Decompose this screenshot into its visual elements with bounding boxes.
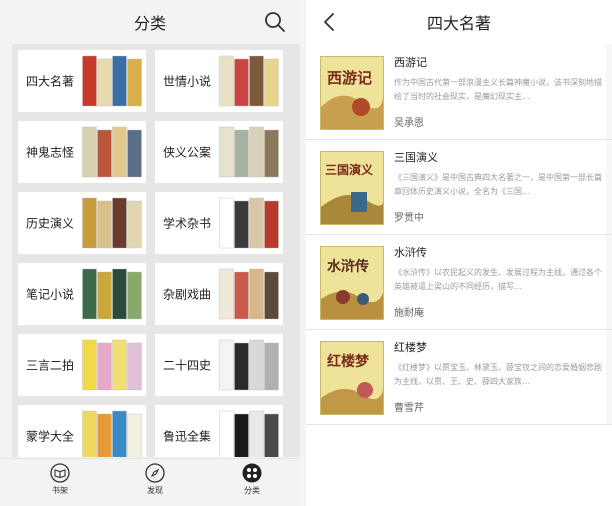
book-description: 《水浒传》以农民起义的发生、发展过程为主线，通过各个英雄被逼上梁山的不同经历，描… (394, 268, 602, 291)
category-label: 四大名著 (26, 74, 75, 89)
book-cover: 红楼梦 (320, 341, 384, 415)
category-card[interactable]: 笔记小说 (18, 263, 146, 325)
category-card[interactable]: 杂剧戏曲 (155, 263, 283, 325)
svg-text:红楼梦: 红楼梦 (327, 353, 370, 370)
search-icon[interactable] (264, 11, 286, 33)
category-thumbnail (82, 55, 142, 107)
category-thumbnail (219, 339, 279, 391)
svg-text:三国演义: 三国演义 (325, 162, 374, 177)
book-author: 施耐庵 (394, 308, 424, 319)
book-item[interactable]: 三国演义 三国演义 《三国演义》是中国古典四大名著之一，是中国第一部长篇章回体历… (306, 141, 612, 235)
category-label: 蒙学大全 (26, 429, 75, 444)
book-title: 三国演义 (394, 151, 438, 164)
category-label: 神鬼志怪 (26, 145, 75, 160)
book-item[interactable]: 红楼梦 红楼梦 《红楼梦》以贾宝玉、林黛玉、薛宝钗之间的恋爱婚姻悲剧为主线，以贾… (306, 331, 612, 425)
category-label: 二十四史 (163, 358, 212, 373)
category-thumbnail (82, 126, 142, 178)
book-title: 水浒传 (394, 246, 427, 259)
book-list-screen: 四大名著 西游记 西游记 作为中国古代第一部浪漫主义长篇神魔小说，该书深刻地描绘… (306, 0, 612, 506)
book-title: 西游记 (394, 56, 427, 69)
category-card[interactable]: 二十四史 (155, 334, 283, 396)
book-cover: 水浒传 (320, 246, 384, 320)
category-label: 三言二拍 (26, 358, 75, 373)
book-description: 《三国演义》是中国古典四大名著之一，是中国第一部长篇章回体历史演义小说，全名为《… (394, 173, 602, 196)
category-thumbnail (219, 410, 279, 457)
tab-discover[interactable]: 发现 (125, 463, 185, 503)
back-chevron-icon[interactable] (322, 12, 336, 32)
book-cover: 西游记 (320, 56, 384, 130)
book-author: 曹雪芹 (394, 403, 424, 414)
category-card[interactable]: 蒙学大全 (18, 405, 146, 457)
page-title: 四大名著 (426, 14, 491, 33)
category-label: 学术杂书 (163, 216, 212, 231)
category-card[interactable]: 侠义公案 (155, 121, 283, 183)
category-thumbnail (219, 268, 279, 320)
category-label: 侠义公案 (163, 145, 212, 160)
bottom-tab-bar: 书架 发现 分类 (0, 458, 300, 506)
tab-label: 分类 (244, 486, 260, 495)
book-title: 红楼梦 (394, 341, 427, 354)
category-label: 历史演义 (26, 216, 75, 231)
category-thumbnail (219, 126, 279, 178)
book-description: 《红楼梦》以贾宝玉、林黛玉、薛宝钗之间的恋爱婚姻悲剧为主线，以贾、王、史、薛四大… (394, 363, 602, 386)
category-screen: 分类 四大名著 世情小说 神鬼志怪 侠义公案 历史演义 学术杂书 笔记小说 杂剧… (0, 0, 300, 506)
category-card[interactable]: 三言二拍 (18, 334, 146, 396)
category-card[interactable]: 历史演义 (18, 192, 146, 254)
category-thumbnail (219, 55, 279, 107)
category-card[interactable]: 四大名著 (18, 50, 146, 112)
svg-text:西游记: 西游记 (327, 69, 372, 87)
tab-category[interactable]: 分类 (222, 463, 282, 503)
svg-text:水浒传: 水浒传 (327, 258, 369, 275)
book-author: 吴承恩 (394, 118, 424, 129)
category-label: 笔记小说 (26, 287, 75, 302)
category-label: 世情小说 (163, 74, 212, 89)
category-label: 鲁迅全集 (163, 429, 212, 444)
category-grid: 四大名著 世情小说 神鬼志怪 侠义公案 历史演义 学术杂书 笔记小说 杂剧戏曲 (12, 44, 300, 457)
category-card[interactable]: 神鬼志怪 (18, 121, 146, 183)
bookshelf-icon (50, 463, 70, 483)
category-thumbnail (82, 339, 142, 391)
category-card[interactable]: 鲁迅全集 (155, 405, 283, 457)
book-list-header: 四大名著 (306, 0, 612, 44)
category-label: 杂剧戏曲 (163, 287, 212, 302)
category-thumbnail (82, 410, 142, 457)
tab-bookshelf[interactable]: 书架 (30, 463, 90, 503)
category-thumbnail (219, 197, 279, 249)
category-thumbnail (82, 197, 142, 249)
page-title: 分类 (133, 14, 166, 33)
category-card[interactable]: 学术杂书 (155, 192, 283, 254)
book-item[interactable]: 西游记 西游记 作为中国古代第一部浪漫主义长篇神魔小说，该书深刻地描绘了当时的社… (306, 46, 612, 140)
compass-icon (145, 463, 165, 483)
category-header: 分类 (0, 0, 300, 44)
book-author: 罗贯中 (394, 213, 424, 224)
category-card[interactable]: 世情小说 (155, 50, 283, 112)
category-thumbnail (82, 268, 142, 320)
book-description: 作为中国古代第一部浪漫主义长篇神魔小说，该书深刻地描绘了当时的社会现实，是魔幻现… (394, 78, 602, 101)
tab-label: 发现 (147, 486, 163, 495)
tab-label: 书架 (52, 486, 68, 495)
book-cover: 三国演义 (320, 151, 384, 225)
book-item[interactable]: 水浒传 水浒传 《水浒传》以农民起义的发生、发展过程为主线，通过各个英雄被逼上梁… (306, 236, 612, 330)
grid-icon (242, 463, 262, 483)
